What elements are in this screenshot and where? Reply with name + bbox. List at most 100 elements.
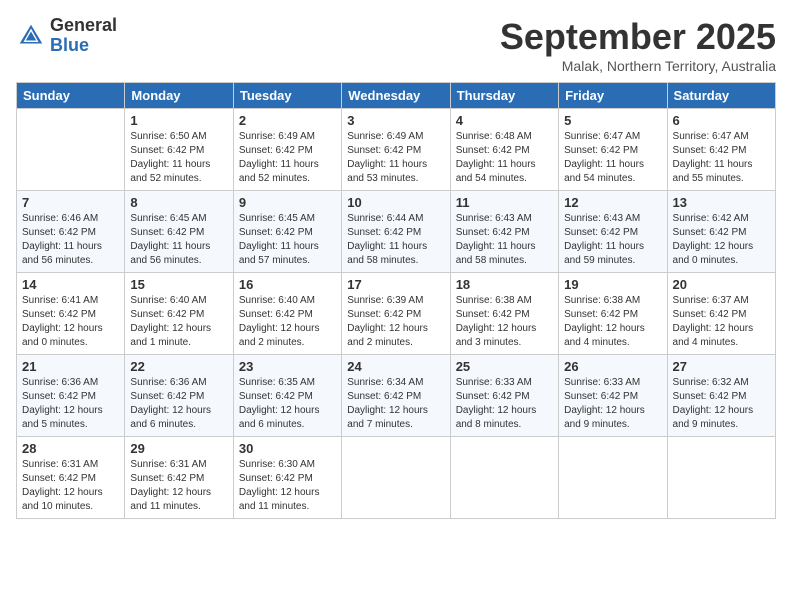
day-number: 30 (239, 441, 336, 456)
day-cell: 8 Sunrise: 6:45 AM Sunset: 6:42 PM Daylig… (125, 191, 233, 273)
day-info: Sunrise: 6:41 AM Sunset: 6:42 PM Dayligh… (22, 294, 119, 350)
day-info: Sunrise: 6:50 AM Sunset: 6:42 PM Dayligh… (130, 130, 227, 186)
day-cell: 24Sunrise: 6:34 AM Sunset: 6:42 PM Dayli… (342, 355, 450, 437)
title-block: September 2025 Malak, Northern Territory… (500, 16, 776, 74)
day-number: 12 (564, 195, 661, 210)
day-cell: 30 Sunrise: 6:30 AM Sunset: 6:42 PM Dayli… (233, 437, 341, 519)
day-number: 29 (130, 441, 227, 456)
day-info: Sunrise: 6:40 AM Sunset: 6:42 PM Dayligh… (239, 294, 336, 350)
calendar-table: SundayMondayTuesdayWednesdayThursdayFrid… (16, 82, 776, 519)
day-info: Sunrise: 6:44 AM Sunset: 6:42 PM Dayligh… (347, 212, 444, 268)
day-info: Sunrise: 6:49 AM Sunset: 6:42 PM Dayligh… (347, 130, 444, 186)
day-info: Sunrise: 6:49 AM Sunset: 6:42 PM Dayligh… (239, 130, 336, 186)
day-number: 23 (239, 359, 336, 374)
day-number: 5 (564, 113, 661, 128)
day-number: 13 (673, 195, 770, 210)
day-number: 16 (239, 277, 336, 292)
day-number: 3 (347, 113, 444, 128)
day-cell: 16 Sunrise: 6:40 AM Sunset: 6:42 PM Dayli… (233, 273, 341, 355)
day-cell: 20 Sunrise: 6:37 AM Sunset: 6:42 PM Dayli… (667, 273, 775, 355)
day-info: Sunrise: 6:36 AM Sunset: 6:42 PM Dayligh… (22, 376, 119, 432)
logo: General Blue (16, 16, 117, 56)
col-header-monday: Monday (125, 83, 233, 109)
day-cell: 15 Sunrise: 6:40 AM Sunset: 6:42 PM Dayli… (125, 273, 233, 355)
day-number: 18 (456, 277, 553, 292)
day-info: Sunrise: 6:31 AM Sunset: 6:42 PM Dayligh… (22, 458, 119, 514)
day-info: Sunrise: 6:38 AM Sunset: 6:42 PM Dayligh… (564, 294, 661, 350)
day-number: 28 (22, 441, 119, 456)
day-cell: 12 Sunrise: 6:43 AM Sunset: 6:42 PM Dayli… (559, 191, 667, 273)
day-info: Sunrise: 6:39 AM Sunset: 6:42 PM Dayligh… (347, 294, 444, 350)
day-cell: 9Sunrise: 6:45 AM Sunset: 6:42 PM Daylig… (233, 191, 341, 273)
day-number: 6 (673, 113, 770, 128)
header-row: SundayMondayTuesdayWednesdayThursdayFrid… (17, 83, 776, 109)
col-header-sunday: Sunday (17, 83, 125, 109)
day-cell: 13 Sunrise: 6:42 AM Sunset: 6:42 PM Dayli… (667, 191, 775, 273)
day-cell: 10 Sunrise: 6:44 AM Sunset: 6:42 PM Dayli… (342, 191, 450, 273)
day-cell (450, 437, 558, 519)
month-title: September 2025 (500, 16, 776, 58)
day-cell: 19 Sunrise: 6:38 AM Sunset: 6:42 PM Dayli… (559, 273, 667, 355)
day-number: 25 (456, 359, 553, 374)
day-info: Sunrise: 6:40 AM Sunset: 6:42 PM Dayligh… (130, 294, 227, 350)
col-header-tuesday: Tuesday (233, 83, 341, 109)
day-cell: 5 Sunrise: 6:47 AM Sunset: 6:42 PM Daylig… (559, 109, 667, 191)
logo-text: General Blue (50, 16, 117, 56)
day-cell (667, 437, 775, 519)
logo-icon (16, 21, 46, 51)
day-info: Sunrise: 6:35 AM Sunset: 6:42 PM Dayligh… (239, 376, 336, 432)
day-cell: 28 Sunrise: 6:31 AM Sunset: 6:42 PM Dayli… (17, 437, 125, 519)
day-info: Sunrise: 6:33 AM Sunset: 6:42 PM Dayligh… (456, 376, 553, 432)
day-cell: 23 Sunrise: 6:35 AM Sunset: 6:42 PM Dayli… (233, 355, 341, 437)
col-header-friday: Friday (559, 83, 667, 109)
day-info: Sunrise: 6:31 AM Sunset: 6:42 PM Dayligh… (130, 458, 227, 514)
day-number: 2 (239, 113, 336, 128)
col-header-wednesday: Wednesday (342, 83, 450, 109)
day-number: 20 (673, 277, 770, 292)
week-row-4: 21 Sunrise: 6:36 AM Sunset: 6:42 PM Dayli… (17, 355, 776, 437)
day-info: Sunrise: 6:47 AM Sunset: 6:42 PM Dayligh… (564, 130, 661, 186)
day-cell (559, 437, 667, 519)
day-cell: 18 Sunrise: 6:38 AM Sunset: 6:42 PM Dayli… (450, 273, 558, 355)
day-number: 14 (22, 277, 119, 292)
day-info: Sunrise: 6:46 AM Sunset: 6:42 PM Dayligh… (22, 212, 119, 268)
col-header-thursday: Thursday (450, 83, 558, 109)
day-info: Sunrise: 6:38 AM Sunset: 6:42 PM Dayligh… (456, 294, 553, 350)
day-cell: 1Sunrise: 6:50 AM Sunset: 6:42 PM Daylig… (125, 109, 233, 191)
week-row-5: 28 Sunrise: 6:31 AM Sunset: 6:42 PM Dayli… (17, 437, 776, 519)
day-info: Sunrise: 6:30 AM Sunset: 6:42 PM Dayligh… (239, 458, 336, 514)
day-cell (17, 109, 125, 191)
day-cell: 3 Sunrise: 6:49 AM Sunset: 6:42 PM Daylig… (342, 109, 450, 191)
day-info: Sunrise: 6:43 AM Sunset: 6:42 PM Dayligh… (456, 212, 553, 268)
day-cell: 26 Sunrise: 6:33 AM Sunset: 6:42 PM Dayli… (559, 355, 667, 437)
day-number: 17 (347, 277, 444, 292)
day-cell: 17 Sunrise: 6:39 AM Sunset: 6:42 PM Dayli… (342, 273, 450, 355)
day-number: 24 (347, 359, 444, 374)
day-number: 19 (564, 277, 661, 292)
day-info: Sunrise: 6:33 AM Sunset: 6:42 PM Dayligh… (564, 376, 661, 432)
day-cell: 14 Sunrise: 6:41 AM Sunset: 6:42 PM Dayli… (17, 273, 125, 355)
day-number: 26 (564, 359, 661, 374)
day-info: Sunrise: 6:42 AM Sunset: 6:42 PM Dayligh… (673, 212, 770, 268)
day-info: Sunrise: 6:43 AM Sunset: 6:42 PM Dayligh… (564, 212, 661, 268)
day-number: 10 (347, 195, 444, 210)
location-title: Malak, Northern Territory, Australia (500, 58, 776, 74)
day-number: 22 (130, 359, 227, 374)
day-info: Sunrise: 6:48 AM Sunset: 6:42 PM Dayligh… (456, 130, 553, 186)
week-row-1: 1Sunrise: 6:50 AM Sunset: 6:42 PM Daylig… (17, 109, 776, 191)
day-number: 15 (130, 277, 227, 292)
day-cell: 2 Sunrise: 6:49 AM Sunset: 6:42 PM Daylig… (233, 109, 341, 191)
day-cell: 7Sunrise: 6:46 AM Sunset: 6:42 PM Daylig… (17, 191, 125, 273)
day-cell: 21 Sunrise: 6:36 AM Sunset: 6:42 PM Dayli… (17, 355, 125, 437)
day-cell: 11Sunrise: 6:43 AM Sunset: 6:42 PM Dayli… (450, 191, 558, 273)
logo-blue: Blue (50, 36, 117, 56)
day-number: 8 (130, 195, 227, 210)
day-number: 4 (456, 113, 553, 128)
day-info: Sunrise: 6:45 AM Sunset: 6:42 PM Dayligh… (130, 212, 227, 268)
day-info: Sunrise: 6:37 AM Sunset: 6:42 PM Dayligh… (673, 294, 770, 350)
day-cell: 27Sunrise: 6:32 AM Sunset: 6:42 PM Dayli… (667, 355, 775, 437)
day-info: Sunrise: 6:32 AM Sunset: 6:42 PM Dayligh… (673, 376, 770, 432)
day-info: Sunrise: 6:47 AM Sunset: 6:42 PM Dayligh… (673, 130, 770, 186)
day-number: 21 (22, 359, 119, 374)
day-info: Sunrise: 6:36 AM Sunset: 6:42 PM Dayligh… (130, 376, 227, 432)
